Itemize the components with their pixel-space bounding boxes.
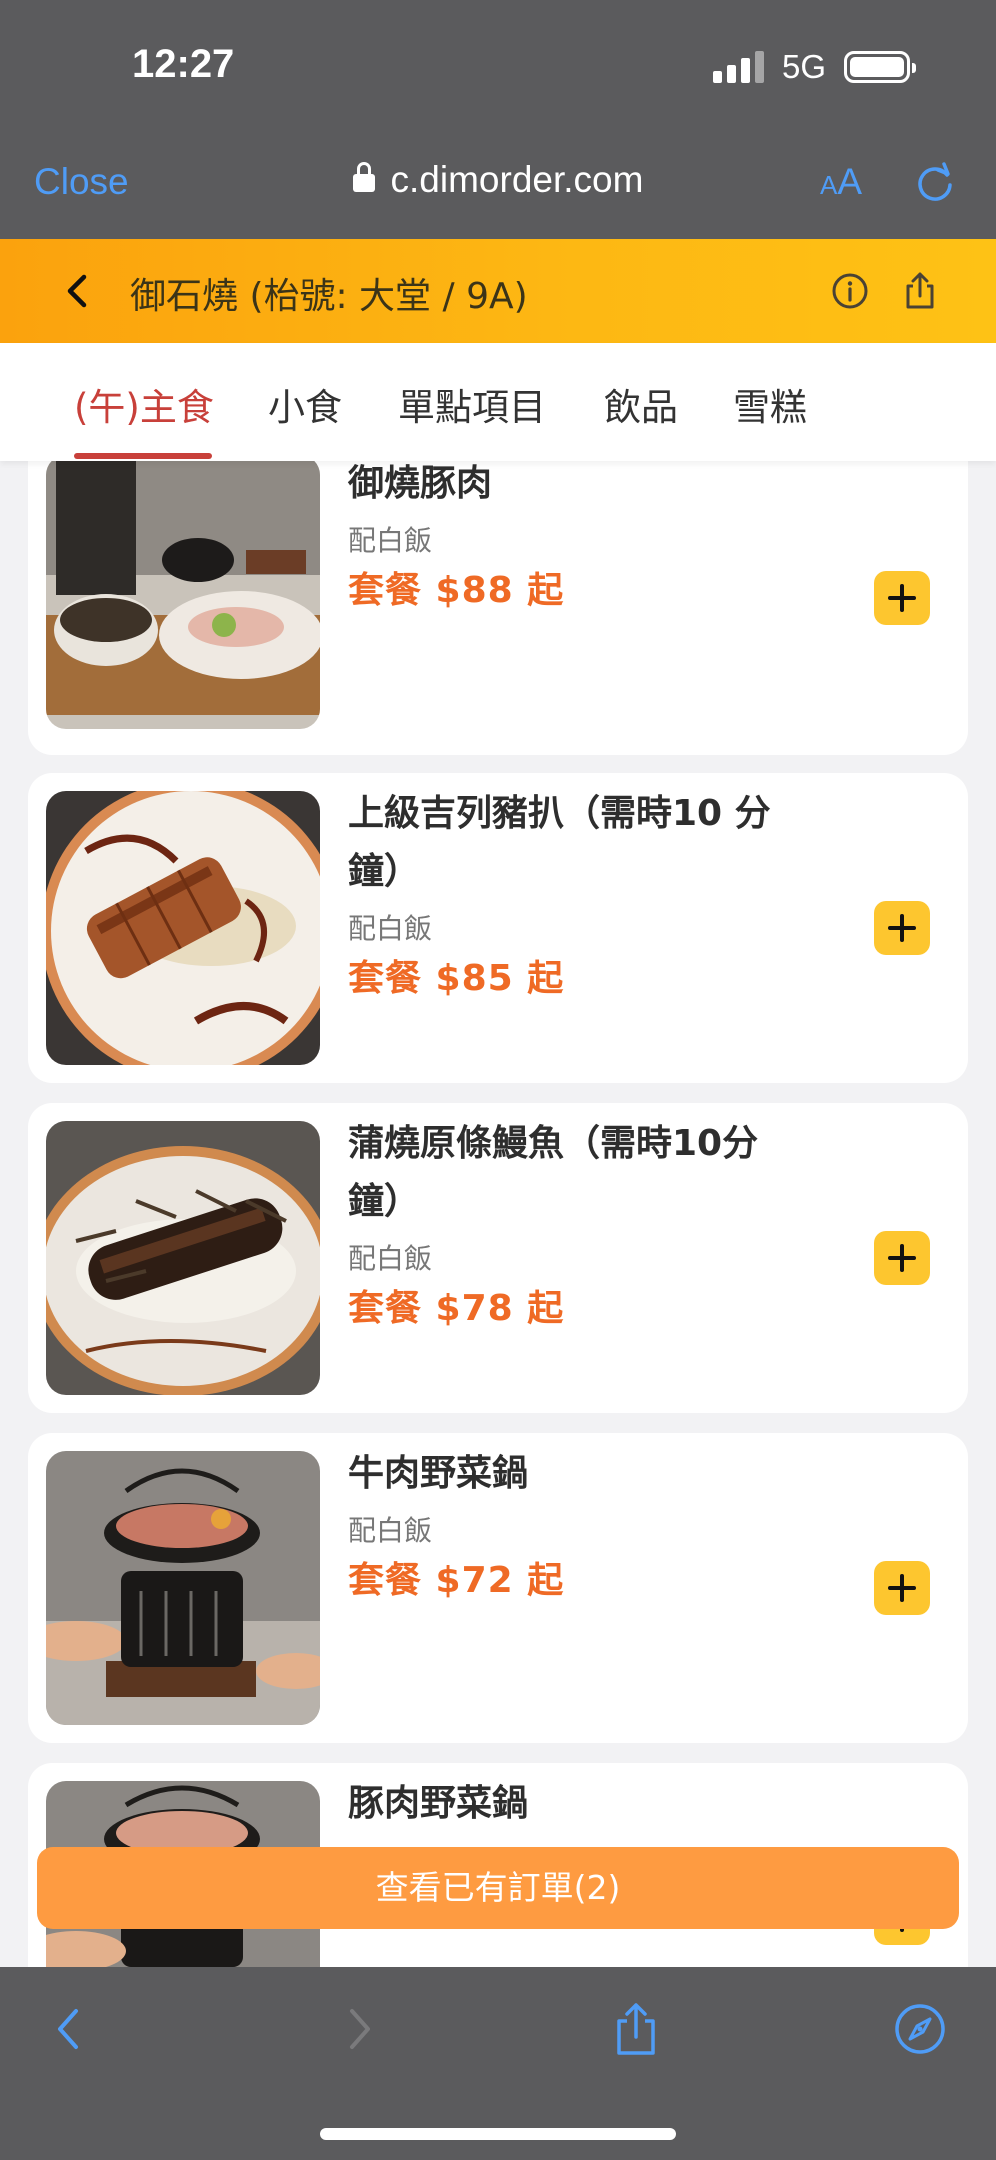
- status-time: 12:27: [132, 42, 235, 86]
- app-root: 12:27 5G Close c.dimorder.com AA 御石燒 (枱號…: [0, 0, 996, 2160]
- item-price: 套餐 $85 起: [348, 958, 565, 999]
- share-icon[interactable]: [608, 2001, 664, 2057]
- add-to-cart-button[interactable]: [874, 571, 930, 625]
- network-type: 5G: [781, 48, 826, 85]
- view-orders-button[interactable]: 查看已有訂單(2): [37, 1847, 959, 1929]
- item-name: 御燒豚肉: [348, 463, 493, 504]
- text-size-button[interactable]: AA: [820, 161, 862, 203]
- home-indicator: [320, 2128, 676, 2140]
- browser-url-bar: Close c.dimorder.com AA: [0, 135, 996, 239]
- item-price: 套餐 $72 起: [348, 1560, 565, 1601]
- share-icon[interactable]: [898, 269, 942, 313]
- chevron-right-icon[interactable]: [330, 2001, 386, 2057]
- back-icon[interactable]: [56, 269, 100, 313]
- url-text: c.dimorder.com: [390, 159, 644, 200]
- menu-item-card[interactable]: 蒲燒原條鰻魚（需時10分鐘） 配白飯 套餐 $78 起: [28, 1103, 968, 1413]
- item-name: 豚肉野菜鍋: [348, 1783, 529, 1824]
- add-to-cart-button[interactable]: [874, 901, 930, 955]
- store-header: 御石燒 (枱號: 大堂 / 9A): [0, 239, 996, 343]
- reload-icon[interactable]: [914, 161, 956, 203]
- menu-item-card[interactable]: 牛肉野菜鍋 配白飯 套餐 $72 起: [28, 1433, 968, 1743]
- menu-item-card[interactable]: 上級吉列豬扒（需時10 分鐘） 配白飯 套餐 $85 起: [28, 773, 968, 1083]
- menu-item-card[interactable]: 御燒豚肉 配白飯 套餐 $88 起: [28, 461, 968, 755]
- item-name: 牛肉野菜鍋: [348, 1453, 529, 1494]
- chevron-left-icon[interactable]: [42, 2001, 98, 2057]
- item-description: 配白飯: [348, 912, 433, 945]
- status-bar: 12:27 5G: [0, 0, 996, 135]
- dish-photo-pork: [46, 461, 320, 729]
- dish-photo-pork-cutlet: [46, 791, 320, 1065]
- tab-ice-cream[interactable]: 雪糕: [733, 377, 807, 431]
- tab-lunch-mains[interactable]: (午)主食: [74, 377, 214, 431]
- signal-icon: [712, 51, 764, 83]
- add-to-cart-button[interactable]: [874, 1231, 930, 1285]
- status-indicators: 5G: [712, 48, 916, 86]
- category-tabs: (午)主食 小食 單點項目 飲品 雪糕: [0, 343, 996, 461]
- item-price: 套餐 $88 起: [348, 570, 565, 611]
- item-price: 套餐 $78 起: [348, 1288, 565, 1329]
- tab-active-indicator: [74, 453, 212, 459]
- add-to-cart-button[interactable]: [874, 1561, 930, 1615]
- text-size-small-label: A: [820, 170, 838, 200]
- item-description: 配白飯: [348, 1514, 433, 1547]
- dish-photo-beef-hotpot: [46, 1451, 320, 1725]
- item-name: 上級吉列豬扒（需時10 分鐘）: [348, 793, 771, 892]
- menu-list: 御燒豚肉 配白飯 套餐 $88 起 上級吉列豬扒（需時10 分鐘） 配白飯 套餐…: [0, 461, 996, 1967]
- info-icon[interactable]: [828, 269, 872, 313]
- item-description: 配白飯: [348, 1242, 433, 1275]
- battery-icon: [844, 51, 916, 83]
- store-title: 御石燒 (枱號: 大堂 / 9A): [130, 276, 528, 317]
- tab-snacks[interactable]: 小食: [268, 377, 342, 431]
- lock-icon: [352, 162, 375, 192]
- tab-a-la-carte[interactable]: 單點項目: [398, 377, 546, 431]
- dish-photo-eel: [46, 1121, 320, 1395]
- compass-icon[interactable]: [892, 2001, 948, 2057]
- tab-drinks[interactable]: 飲品: [604, 377, 678, 431]
- text-size-large-label: A: [837, 161, 863, 202]
- item-description: 配白飯: [348, 524, 433, 557]
- item-name: 蒲燒原條鰻魚（需時10分鐘）: [348, 1123, 759, 1222]
